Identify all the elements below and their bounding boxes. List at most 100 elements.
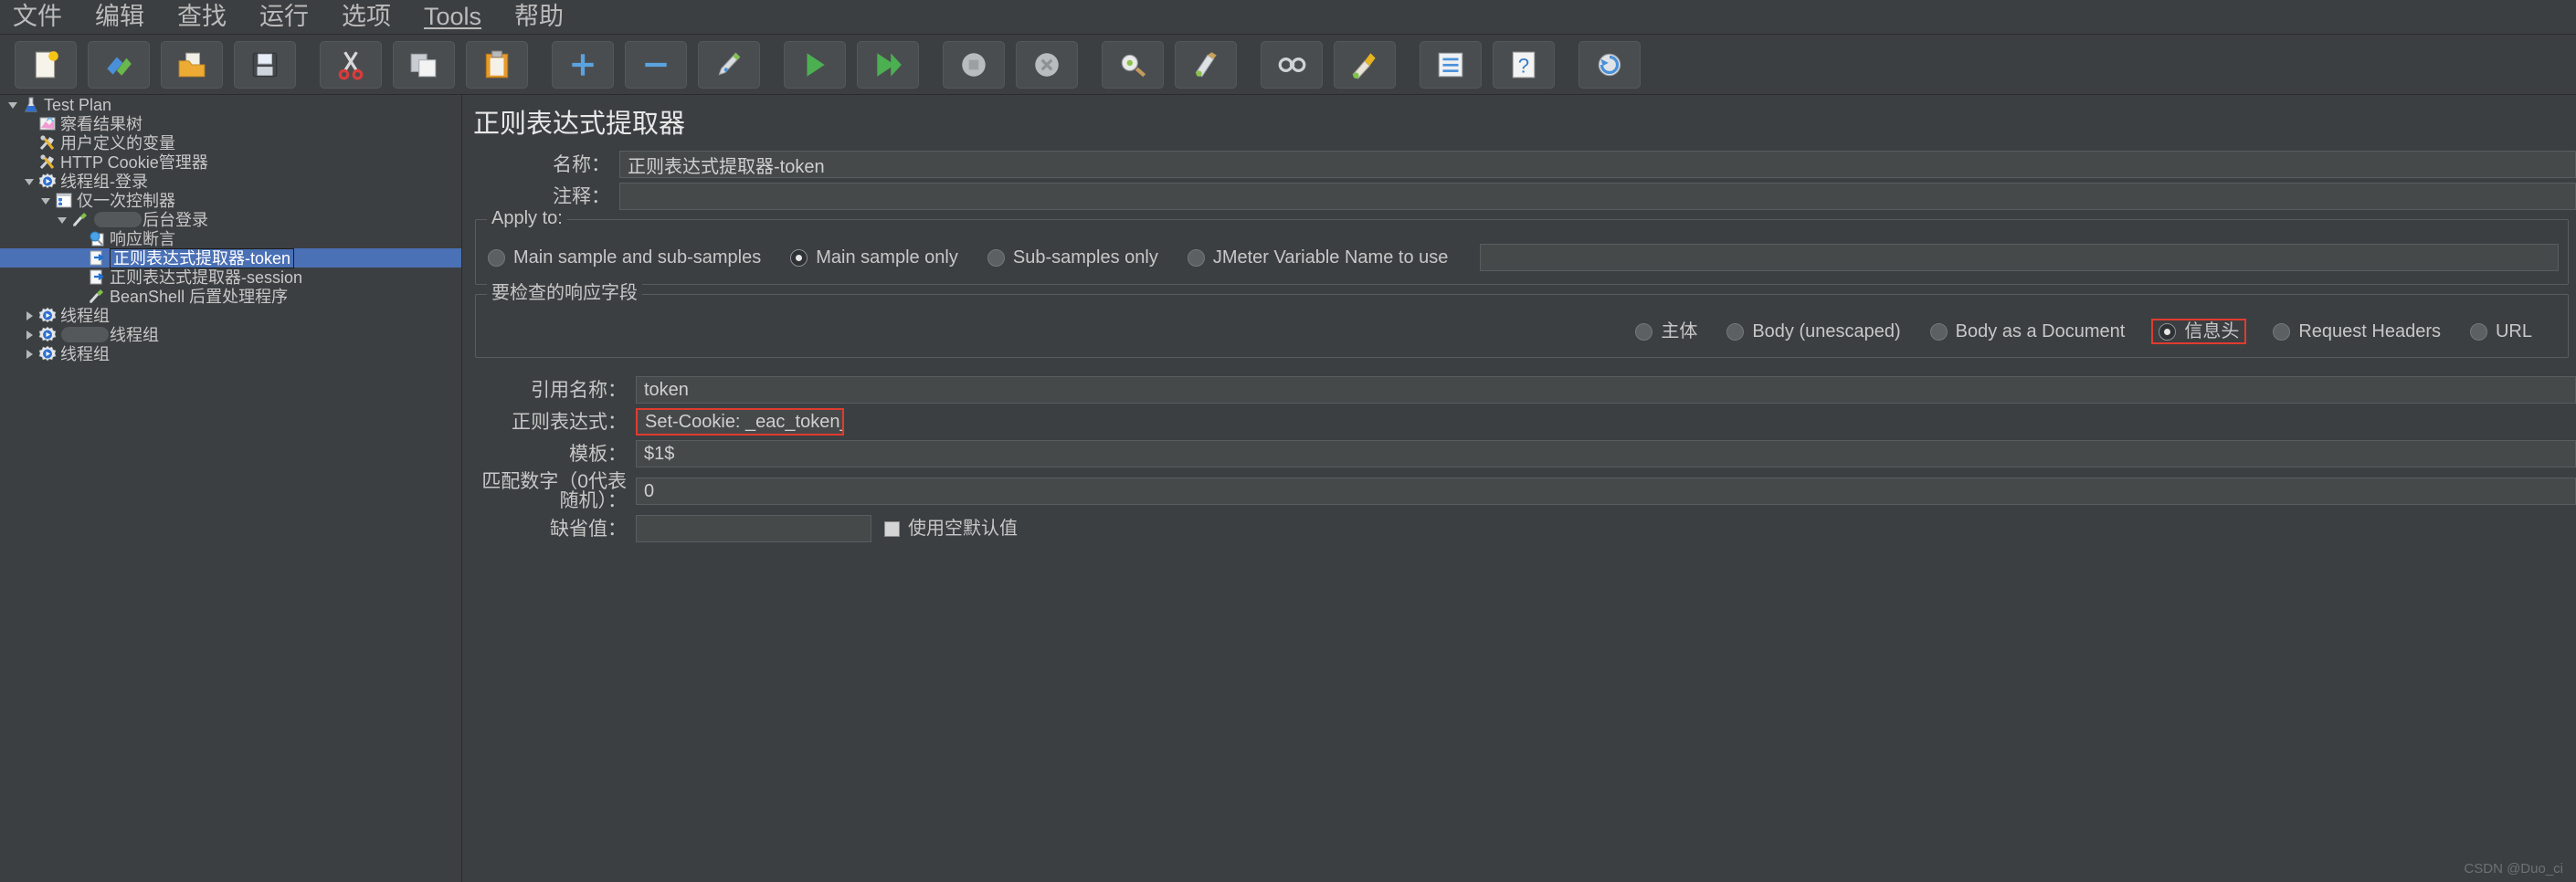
chevron-right-icon[interactable] bbox=[20, 330, 38, 341]
radio-button[interactable] bbox=[2159, 322, 2177, 341]
response-field-radio-2[interactable]: Body as a Document bbox=[1927, 320, 2128, 342]
radio-button[interactable] bbox=[1635, 322, 1653, 341]
save-icon bbox=[249, 49, 280, 80]
response-field-group: 要检查的响应字段 主体 Body (unescaped) Body as a Doc… bbox=[475, 284, 2569, 358]
regex-extractor-icon bbox=[88, 268, 106, 286]
jmeter-variable-name-input[interactable] bbox=[1480, 244, 2559, 271]
radio-button[interactable] bbox=[2469, 322, 2487, 341]
toolbar-stop-button[interactable] bbox=[943, 40, 1005, 89]
default-value-input[interactable] bbox=[636, 515, 871, 542]
menu-item-2[interactable]: 查找 bbox=[177, 5, 227, 29]
cut-icon bbox=[335, 49, 366, 80]
extractor-field-input[interactable]: Set-Cookie: _eac_token_=(.+?); bbox=[636, 408, 844, 436]
menu-item-6[interactable]: 帮助 bbox=[514, 5, 564, 29]
menu-bar: 文件 编辑 查找 运行 选项 Tools 帮助 bbox=[0, 0, 2576, 35]
chevron-down-icon[interactable] bbox=[53, 215, 71, 226]
tree-node-label: 线程组 bbox=[110, 325, 159, 344]
toolbar-collapse-all-button[interactable] bbox=[625, 40, 687, 89]
tree-node[interactable]: 线程组 bbox=[0, 306, 461, 325]
response-field-radio-label: 信息头 bbox=[2184, 321, 2240, 341]
extractor-field-input[interactable]: 0 bbox=[636, 478, 2576, 505]
radio-button[interactable] bbox=[1187, 248, 1205, 267]
checkbox-box[interactable] bbox=[884, 520, 900, 537]
toolbar-templates-button[interactable] bbox=[88, 40, 150, 89]
tree-node[interactable]: 线程组-登录 bbox=[0, 172, 461, 191]
use-empty-default-checkbox[interactable]: 使用空默认值 bbox=[884, 520, 1018, 538]
apply-to-radio-0[interactable]: Main sample and sub-samples bbox=[485, 247, 764, 268]
toolbar-reset-search-button[interactable] bbox=[1334, 40, 1396, 89]
radio-button[interactable] bbox=[1726, 322, 1745, 341]
apply-to-options[interactable]: Main sample and sub-samples Main sample o… bbox=[485, 244, 2559, 271]
thread-group-icon bbox=[38, 326, 57, 343]
toolbar-undo-button[interactable] bbox=[1578, 40, 1641, 89]
radio-button[interactable] bbox=[790, 248, 808, 267]
extractor-field-input[interactable]: token bbox=[636, 376, 2576, 404]
chevron-right-icon[interactable] bbox=[20, 310, 38, 321]
apply-to-radio-3[interactable]: JMeter Variable Name to use bbox=[1185, 247, 1452, 268]
menu-item-0[interactable]: 文件 bbox=[13, 5, 62, 29]
toolbar-new-button[interactable] bbox=[15, 40, 77, 89]
response-field-radio-3[interactable]: 信息头 bbox=[2151, 319, 2247, 344]
toolbar-clear-button[interactable] bbox=[1102, 40, 1164, 89]
toolbar-expand-all-button[interactable] bbox=[552, 40, 614, 89]
response-field-radio-5[interactable]: URL bbox=[2467, 320, 2535, 342]
chevron-down-icon[interactable] bbox=[4, 100, 22, 110]
toolbar-paste-button[interactable] bbox=[466, 40, 528, 89]
tree-node-label: 线程组 bbox=[60, 344, 110, 363]
extractor-field-label: 模板： bbox=[569, 443, 627, 465]
toolbar-help-button[interactable]: ? bbox=[1493, 40, 1555, 89]
tree-node[interactable]: 线程组 bbox=[0, 344, 461, 363]
toolbar-toggle-button[interactable] bbox=[698, 40, 760, 89]
tree-node[interactable]: BeanShell 后置处理程序 bbox=[0, 287, 461, 306]
tree-node[interactable]: 用户定义的变量 bbox=[0, 133, 461, 152]
response-field-radio-label: Body as a Document bbox=[1955, 321, 2126, 341]
radio-button[interactable] bbox=[1929, 322, 1948, 341]
tree-node[interactable]: 正则表达式提取器-token bbox=[0, 247, 461, 268]
tree-node[interactable]: Test Plan bbox=[0, 95, 461, 114]
toolbar-shutdown-button[interactable] bbox=[1016, 40, 1078, 89]
tree-node[interactable]: 响应断言 bbox=[0, 229, 461, 248]
radio-button[interactable] bbox=[488, 248, 505, 267]
response-field-options[interactable]: 主体 Body (unescaped) Body as a Document 信息头 R… bbox=[485, 319, 2559, 344]
tree-node[interactable]: HTTP Cookie管理器 bbox=[0, 152, 461, 172]
chevron-right-icon[interactable] bbox=[20, 349, 38, 360]
menu-item-5[interactable]: Tools bbox=[424, 5, 481, 29]
menu-item-1[interactable]: 编辑 bbox=[95, 5, 144, 29]
apply-to-radio-1[interactable]: Main sample only bbox=[787, 247, 961, 268]
toolbar-open-button[interactable] bbox=[161, 40, 223, 89]
tree-node[interactable]: 察看结果树 bbox=[0, 114, 461, 133]
chevron-down-icon[interactable] bbox=[37, 195, 55, 206]
tree-node[interactable]: 线程组 bbox=[0, 325, 461, 344]
toolbar-function-helper-button[interactable] bbox=[1420, 40, 1482, 89]
comment-input[interactable] bbox=[619, 183, 2576, 210]
redacted-block bbox=[61, 327, 109, 342]
toolbar-search-button[interactable] bbox=[1261, 40, 1323, 89]
response-field-radio-label: Request Headers bbox=[2298, 321, 2441, 341]
thread-group-icon bbox=[38, 345, 57, 362]
chevron-down-icon[interactable] bbox=[20, 176, 38, 187]
name-input[interactable]: 正则表达式提取器-token bbox=[619, 151, 2576, 178]
toolbar-clear-all-button[interactable] bbox=[1175, 40, 1237, 89]
extractor-field-input[interactable]: $1$ bbox=[636, 440, 2576, 467]
response-field-radio-0[interactable]: 主体 bbox=[1632, 320, 1700, 342]
test-plan-icon bbox=[22, 96, 40, 113]
apply-to-radio-2[interactable]: Sub-samples only bbox=[985, 247, 1161, 268]
test-plan-tree[interactable]: Test Plan 察看结果树 用户定义的变量 HTTP Cookie管理器 线程组-登… bbox=[0, 95, 462, 882]
toolbar-cut-button[interactable] bbox=[320, 40, 382, 89]
tree-node[interactable]: 后台登录 bbox=[0, 210, 461, 229]
toolbar-start-button[interactable] bbox=[784, 40, 846, 89]
toolbar-copy-button[interactable] bbox=[393, 40, 455, 89]
default-value-label: 缺省值： bbox=[550, 518, 627, 540]
menu-item-3[interactable]: 运行 bbox=[259, 5, 309, 29]
tree-node[interactable]: 正则表达式提取器-session bbox=[0, 268, 461, 287]
response-field-radio-1[interactable]: Body (unescaped) bbox=[1724, 320, 1903, 342]
response-field-radio-4[interactable]: Request Headers bbox=[2270, 320, 2444, 342]
radio-button[interactable] bbox=[2273, 322, 2291, 341]
menu-item-4[interactable]: 选项 bbox=[342, 5, 391, 29]
tree-node[interactable]: 仅一次控制器 bbox=[0, 191, 461, 210]
redacted-block bbox=[94, 212, 142, 227]
toolbar-save-button[interactable] bbox=[234, 40, 296, 89]
undo-icon bbox=[1594, 49, 1625, 80]
radio-button[interactable] bbox=[987, 248, 1005, 267]
toolbar-start-no-pauses-button[interactable] bbox=[857, 40, 919, 89]
